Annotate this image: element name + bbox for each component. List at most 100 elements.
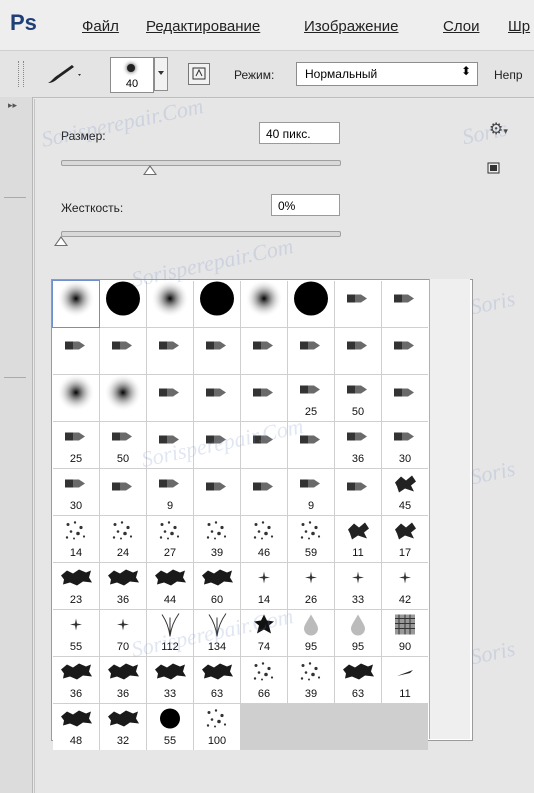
brush-preset-tile[interactable] bbox=[100, 375, 146, 421]
hardness-field[interactable]: 0% bbox=[271, 194, 340, 216]
brush-size-label: 134 bbox=[207, 641, 227, 653]
brush-preset-tile[interactable] bbox=[194, 281, 240, 327]
new-preset-icon[interactable] bbox=[487, 161, 501, 175]
hard-round-brush-icon bbox=[104, 281, 142, 323]
brush-preset-tile[interactable] bbox=[53, 328, 99, 374]
brush-preset-tile[interactable] bbox=[288, 281, 334, 327]
mode-select[interactable]: Нормальный ⬍ bbox=[296, 62, 478, 86]
brush-preset-tile[interactable]: 55 bbox=[53, 610, 99, 656]
brush-preset-tile[interactable]: 14 bbox=[241, 563, 287, 609]
brush-preset-tile[interactable]: 9 bbox=[147, 469, 193, 515]
menu-image[interactable]: Изображение bbox=[304, 18, 399, 35]
brush-preset-tile[interactable]: 60 bbox=[194, 563, 240, 609]
brush-preset-tile[interactable]: 46 bbox=[241, 516, 287, 562]
brush-preset-tile[interactable]: 25 bbox=[53, 422, 99, 468]
brush-preset-tile[interactable]: 50 bbox=[335, 375, 381, 421]
brush-preset-tile[interactable]: 33 bbox=[147, 657, 193, 703]
brush-preset-tile[interactable] bbox=[100, 469, 146, 515]
brush-preset-tile[interactable]: 36 bbox=[100, 657, 146, 703]
brush-preset-tile[interactable]: 100 bbox=[194, 704, 240, 750]
brush-preset-tile[interactable] bbox=[241, 469, 287, 515]
brush-preset-tile[interactable]: 24 bbox=[100, 516, 146, 562]
brush-preset-tile[interactable] bbox=[335, 281, 381, 327]
brush-preset-tile[interactable]: 74 bbox=[241, 610, 287, 656]
size-slider-thumb[interactable] bbox=[142, 165, 157, 175]
brush-preset-tile[interactable]: 42 bbox=[382, 563, 428, 609]
menu-type[interactable]: Шр bbox=[508, 18, 530, 35]
brush-preset-tile[interactable]: 26 bbox=[288, 563, 334, 609]
brush-preset-tile[interactable] bbox=[53, 375, 99, 421]
menu-layers[interactable]: Слои bbox=[443, 18, 479, 35]
preset-list-scrollbar[interactable] bbox=[429, 279, 470, 739]
brush-preset-tile[interactable] bbox=[194, 469, 240, 515]
brush-preset-tile[interactable]: 50 bbox=[100, 422, 146, 468]
brush-preset-tile[interactable]: 30 bbox=[53, 469, 99, 515]
brush-preset-tile[interactable] bbox=[382, 375, 428, 421]
brush-preset-tile[interactable]: 44 bbox=[147, 563, 193, 609]
brush-preset-tile[interactable]: 39 bbox=[194, 516, 240, 562]
brush-preset-tile[interactable]: 36 bbox=[53, 657, 99, 703]
brush-preset-tile[interactable] bbox=[241, 422, 287, 468]
brush-preset-tile[interactable]: 48 bbox=[53, 704, 99, 750]
menu-file[interactable]: Файл bbox=[82, 18, 119, 35]
brush-preset-tile[interactable]: 32 bbox=[100, 704, 146, 750]
collapse-arrows-icon[interactable]: ▸▸ bbox=[8, 101, 17, 111]
brush-preset-tile[interactable] bbox=[382, 281, 428, 327]
brush-preset-tile[interactable] bbox=[147, 422, 193, 468]
hard-round-brush-icon bbox=[292, 281, 330, 323]
hardness-slider-thumb[interactable] bbox=[54, 236, 68, 246]
brush-preset-tile[interactable]: 39 bbox=[288, 657, 334, 703]
size-slider[interactable] bbox=[61, 160, 341, 166]
chevron-down-icon[interactable] bbox=[154, 57, 168, 91]
brush-preset-tile[interactable]: 17 bbox=[382, 516, 428, 562]
brush-preset-tile[interactable] bbox=[147, 281, 193, 327]
brush-preset-tile[interactable] bbox=[241, 375, 287, 421]
brush-preset-tile[interactable]: 59 bbox=[288, 516, 334, 562]
brush-preset-tile[interactable] bbox=[194, 422, 240, 468]
brush-preset-tile[interactable] bbox=[147, 375, 193, 421]
size-field[interactable]: 40 пикс. bbox=[259, 122, 340, 144]
brush-preset-tile[interactable]: 95 bbox=[288, 610, 334, 656]
brush-preset-tile[interactable] bbox=[335, 328, 381, 374]
brush-preset-tile[interactable]: 11 bbox=[382, 657, 428, 703]
menu-edit[interactable]: Редактирование bbox=[146, 18, 260, 35]
brush-preset-tile[interactable] bbox=[147, 328, 193, 374]
brush-preset-tile[interactable]: 30 bbox=[382, 422, 428, 468]
brush-tool-icon[interactable] bbox=[42, 61, 82, 87]
brush-preset-tile[interactable] bbox=[100, 281, 146, 327]
brush-preset-tile[interactable]: 63 bbox=[335, 657, 381, 703]
brush-preset-tile[interactable]: 95 bbox=[335, 610, 381, 656]
brush-preset-tile[interactable]: 66 bbox=[241, 657, 287, 703]
brush-preset-tile[interactable] bbox=[100, 328, 146, 374]
brush-preset-tile[interactable]: 70 bbox=[100, 610, 146, 656]
brush-panel-toggle-icon[interactable] bbox=[188, 63, 210, 85]
brush-preset-tile[interactable]: 63 bbox=[194, 657, 240, 703]
brush-preset-tile[interactable]: 55 bbox=[147, 704, 193, 750]
brush-preset-tile[interactable]: 14 bbox=[53, 516, 99, 562]
brush-preset-picker[interactable]: 40 bbox=[110, 57, 154, 93]
brush-preset-tile[interactable]: 90 bbox=[382, 610, 428, 656]
star-brush-icon bbox=[304, 570, 318, 589]
brush-preset-tile[interactable]: 33 bbox=[335, 563, 381, 609]
brush-preset-tile[interactable]: 25 bbox=[288, 375, 334, 421]
brush-preset-tile[interactable]: 112 bbox=[147, 610, 193, 656]
brush-preset-tile[interactable] bbox=[335, 469, 381, 515]
brush-preset-tile[interactable] bbox=[194, 328, 240, 374]
brush-preset-tile[interactable]: 9 bbox=[288, 469, 334, 515]
brush-preset-tile[interactable] bbox=[288, 328, 334, 374]
brush-preset-tile[interactable] bbox=[382, 328, 428, 374]
hardness-slider[interactable] bbox=[61, 231, 341, 237]
brush-preset-tile[interactable]: 134 bbox=[194, 610, 240, 656]
brush-preset-tile[interactable] bbox=[194, 375, 240, 421]
brush-preset-tile[interactable]: 36 bbox=[100, 563, 146, 609]
brush-preset-tile[interactable]: 27 bbox=[147, 516, 193, 562]
brush-preset-tile[interactable]: 36 bbox=[335, 422, 381, 468]
brush-preset-tile[interactable] bbox=[52, 280, 100, 328]
brush-preset-tile[interactable] bbox=[241, 328, 287, 374]
brush-preset-tile[interactable]: 45 bbox=[382, 469, 428, 515]
brush-preset-tile[interactable]: 11 bbox=[335, 516, 381, 562]
brush-preset-tile[interactable] bbox=[241, 281, 287, 327]
gear-icon[interactable]: ⚙▾ bbox=[489, 119, 508, 138]
brush-preset-tile[interactable] bbox=[288, 422, 334, 468]
brush-preset-tile[interactable]: 23 bbox=[53, 563, 99, 609]
